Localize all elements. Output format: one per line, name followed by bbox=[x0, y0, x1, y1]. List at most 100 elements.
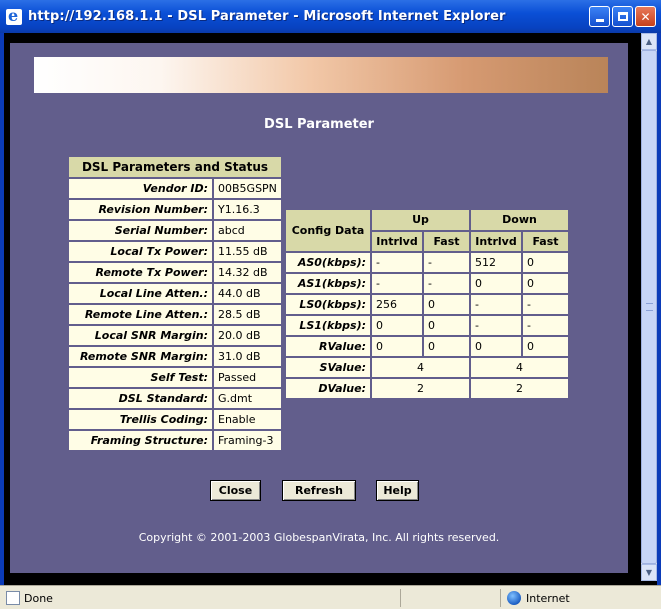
ie-icon bbox=[6, 6, 22, 25]
down-header: Down bbox=[471, 210, 568, 230]
row-value: 28.5 dB bbox=[214, 305, 281, 324]
dsl-status-table: DSL Parameters and Status Vendor ID: 00B5… bbox=[67, 155, 283, 452]
row-label: Local SNR Margin: bbox=[69, 326, 212, 345]
table-row: RValue: 0 0 0 0 bbox=[286, 337, 568, 356]
row-value: Passed bbox=[214, 368, 281, 387]
row-value: 14.32 dB bbox=[214, 263, 281, 282]
status-divider bbox=[500, 589, 501, 607]
cell: - bbox=[471, 295, 521, 314]
vertical-scrollbar[interactable]: ▲ ▼ bbox=[641, 33, 657, 581]
minimize-icon bbox=[595, 19, 604, 22]
table-row: Vendor ID: 00B5GSPN bbox=[69, 179, 281, 198]
cell: 0 bbox=[424, 316, 469, 335]
row-value: 20.0 dB bbox=[214, 326, 281, 345]
row-label: Remote Tx Power: bbox=[69, 263, 212, 282]
minimize-button[interactable] bbox=[589, 6, 610, 27]
row-label: Remote SNR Margin: bbox=[69, 347, 212, 366]
table-row: DValue: 2 2 bbox=[286, 379, 568, 398]
config-data-table: Config Data Up Down Intrlvd Fast Intrlvd… bbox=[284, 208, 570, 400]
close-button[interactable]: Close bbox=[210, 480, 261, 501]
row-label: Revision Number: bbox=[69, 200, 212, 219]
window-controls: ✕ bbox=[589, 6, 656, 27]
table-row: Serial Number: abcd bbox=[69, 221, 281, 240]
table-row: Framing Structure: Framing-3 bbox=[69, 431, 281, 450]
row-value: 44.0 dB bbox=[214, 284, 281, 303]
table-row: AS0(kbps): - - 512 0 bbox=[286, 253, 568, 272]
row-label: LS0(kbps): bbox=[286, 295, 370, 314]
row-label: Framing Structure: bbox=[69, 431, 212, 450]
scroll-down-button[interactable]: ▼ bbox=[641, 564, 657, 581]
cell: 256 bbox=[372, 295, 422, 314]
down-fast-header: Fast bbox=[523, 231, 568, 251]
cell: - bbox=[523, 295, 568, 314]
row-label: Remote Line Atten.: bbox=[69, 305, 212, 324]
cell: 512 bbox=[471, 253, 521, 272]
dvalue-up: 2 bbox=[372, 379, 469, 398]
table-row: Remote Tx Power: 14.32 dB bbox=[69, 263, 281, 282]
table-row: Local Tx Power: 11.55 dB bbox=[69, 242, 281, 261]
cell: 0 bbox=[471, 274, 521, 293]
table-row: Local Line Atten.: 44.0 dB bbox=[69, 284, 281, 303]
copyright-text: Copyright © 2001-2003 GlobespanVirata, I… bbox=[138, 531, 500, 544]
dvalue-down: 2 bbox=[471, 379, 568, 398]
browser-frame: DSL Parameter DSL Parameters and Status … bbox=[4, 33, 657, 585]
row-label: Vendor ID: bbox=[69, 179, 212, 198]
window-titlebar[interactable]: http://192.168.1.1 - DSL Parameter - Mic… bbox=[0, 0, 661, 33]
table-row: LS0(kbps): 256 0 - - bbox=[286, 295, 568, 314]
internet-globe-icon bbox=[507, 591, 521, 605]
status-text: Done bbox=[24, 592, 53, 605]
cell: - bbox=[471, 316, 521, 335]
scroll-up-button[interactable]: ▲ bbox=[641, 33, 657, 50]
row-value: 11.55 dB bbox=[214, 242, 281, 261]
status-table-header: DSL Parameters and Status bbox=[69, 157, 281, 177]
refresh-button[interactable]: Refresh bbox=[282, 480, 356, 501]
help-button[interactable]: Help bbox=[376, 480, 419, 501]
cell: - bbox=[424, 253, 469, 272]
cell: - bbox=[372, 274, 422, 293]
svalue-up: 4 bbox=[372, 358, 469, 377]
row-label: Local Line Atten.: bbox=[69, 284, 212, 303]
page-content: DSL Parameter DSL Parameters and Status … bbox=[4, 33, 641, 581]
table-row: LS1(kbps): 0 0 - - bbox=[286, 316, 568, 335]
table-row: AS1(kbps): - - 0 0 bbox=[286, 274, 568, 293]
cell: 0 bbox=[523, 274, 568, 293]
row-value: Enable bbox=[214, 410, 281, 429]
table-row: Trellis Coding: Enable bbox=[69, 410, 281, 429]
security-zone: Internet bbox=[526, 592, 570, 605]
close-window-button[interactable]: ✕ bbox=[635, 6, 656, 27]
cell: - bbox=[372, 253, 422, 272]
row-value: 00B5GSPN bbox=[214, 179, 281, 198]
table-row: Remote Line Atten.: 28.5 dB bbox=[69, 305, 281, 324]
cell: 0 bbox=[424, 295, 469, 314]
row-label: RValue: bbox=[286, 337, 370, 356]
row-label: SValue: bbox=[286, 358, 370, 377]
maximize-icon bbox=[617, 12, 628, 21]
row-label: AS0(kbps): bbox=[286, 253, 370, 272]
row-label: DSL Standard: bbox=[69, 389, 212, 408]
table-row: Self Test: Passed bbox=[69, 368, 281, 387]
page-title: DSL Parameter bbox=[264, 117, 374, 132]
page-panel: DSL Parameter DSL Parameters and Status … bbox=[10, 43, 628, 573]
arrow-down-icon: ▼ bbox=[645, 568, 653, 577]
table-row: SValue: 4 4 bbox=[286, 358, 568, 377]
down-intrlvd-header: Intrlvd bbox=[471, 231, 521, 251]
cell: - bbox=[523, 316, 568, 335]
table-row: Remote SNR Margin: 31.0 dB bbox=[69, 347, 281, 366]
cell: 0 bbox=[424, 337, 469, 356]
table-row: DSL Standard: G.dmt bbox=[69, 389, 281, 408]
close-icon: ✕ bbox=[640, 9, 651, 24]
cell: 0 bbox=[372, 337, 422, 356]
up-intrlvd-header: Intrlvd bbox=[372, 231, 422, 251]
arrow-up-icon: ▲ bbox=[645, 37, 653, 46]
scroll-thumb[interactable] bbox=[641, 50, 657, 564]
cell: - bbox=[424, 274, 469, 293]
table-row: Revision Number: Y1.16.3 bbox=[69, 200, 281, 219]
cell: 0 bbox=[523, 337, 568, 356]
header-banner bbox=[34, 57, 608, 93]
maximize-button[interactable] bbox=[612, 6, 633, 27]
svalue-down: 4 bbox=[471, 358, 568, 377]
cell: 0 bbox=[372, 316, 422, 335]
row-label: Local Tx Power: bbox=[69, 242, 212, 261]
up-header: Up bbox=[372, 210, 469, 230]
row-value: G.dmt bbox=[214, 389, 281, 408]
